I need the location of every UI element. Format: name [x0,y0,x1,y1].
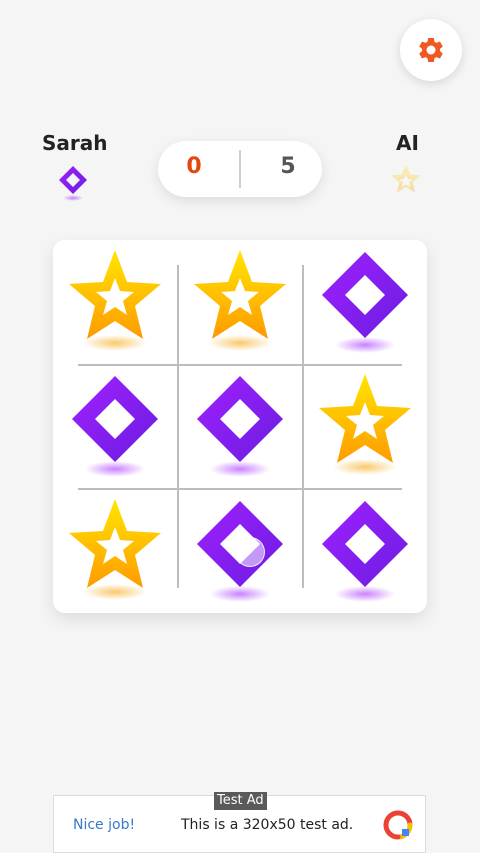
diamond-mark-icon [72,376,158,477]
ad-cta-link[interactable]: Nice job! [73,817,135,833]
board-cell-4[interactable] [53,364,177,488]
board-cell-8[interactable] [178,489,302,613]
gear-icon [419,37,443,62]
star-mark-icon [319,374,411,475]
ad-tag: Test Ad [214,792,267,810]
player2-score: 5 [280,154,296,179]
score-divider [239,150,241,188]
diamond-mark-icon [197,376,283,477]
touch-indicator [235,537,265,567]
board-cell-1[interactable] [53,240,177,364]
diamond-mark-icon [322,252,408,353]
scoreboard: 0 5 [158,141,322,197]
star-mark-icon [69,499,161,600]
board-cell-2[interactable] [178,240,302,364]
board-cell-7[interactable] [53,489,177,613]
settings-button[interactable] [400,19,462,81]
player2-star-icon [391,165,421,193]
player1-diamond-icon [59,166,87,201]
star-mark-icon [194,250,286,351]
board-cell-6[interactable] [303,364,427,488]
ad-banner[interactable]: Test Ad Nice job! This is a 320x50 test … [53,792,426,853]
game-board [53,240,427,613]
player1-name: Sarah [42,131,108,155]
player1-score: 0 [186,154,202,179]
star-mark-icon [69,250,161,351]
ad-network-logo-icon [383,810,413,840]
player2-name: AI [396,131,419,155]
board-cell-5[interactable] [178,364,302,488]
board-cell-9[interactable] [303,489,427,613]
board-cell-3[interactable] [303,240,427,364]
ad-text: This is a 320x50 test ad. [181,817,354,833]
diamond-mark-icon [322,501,408,602]
